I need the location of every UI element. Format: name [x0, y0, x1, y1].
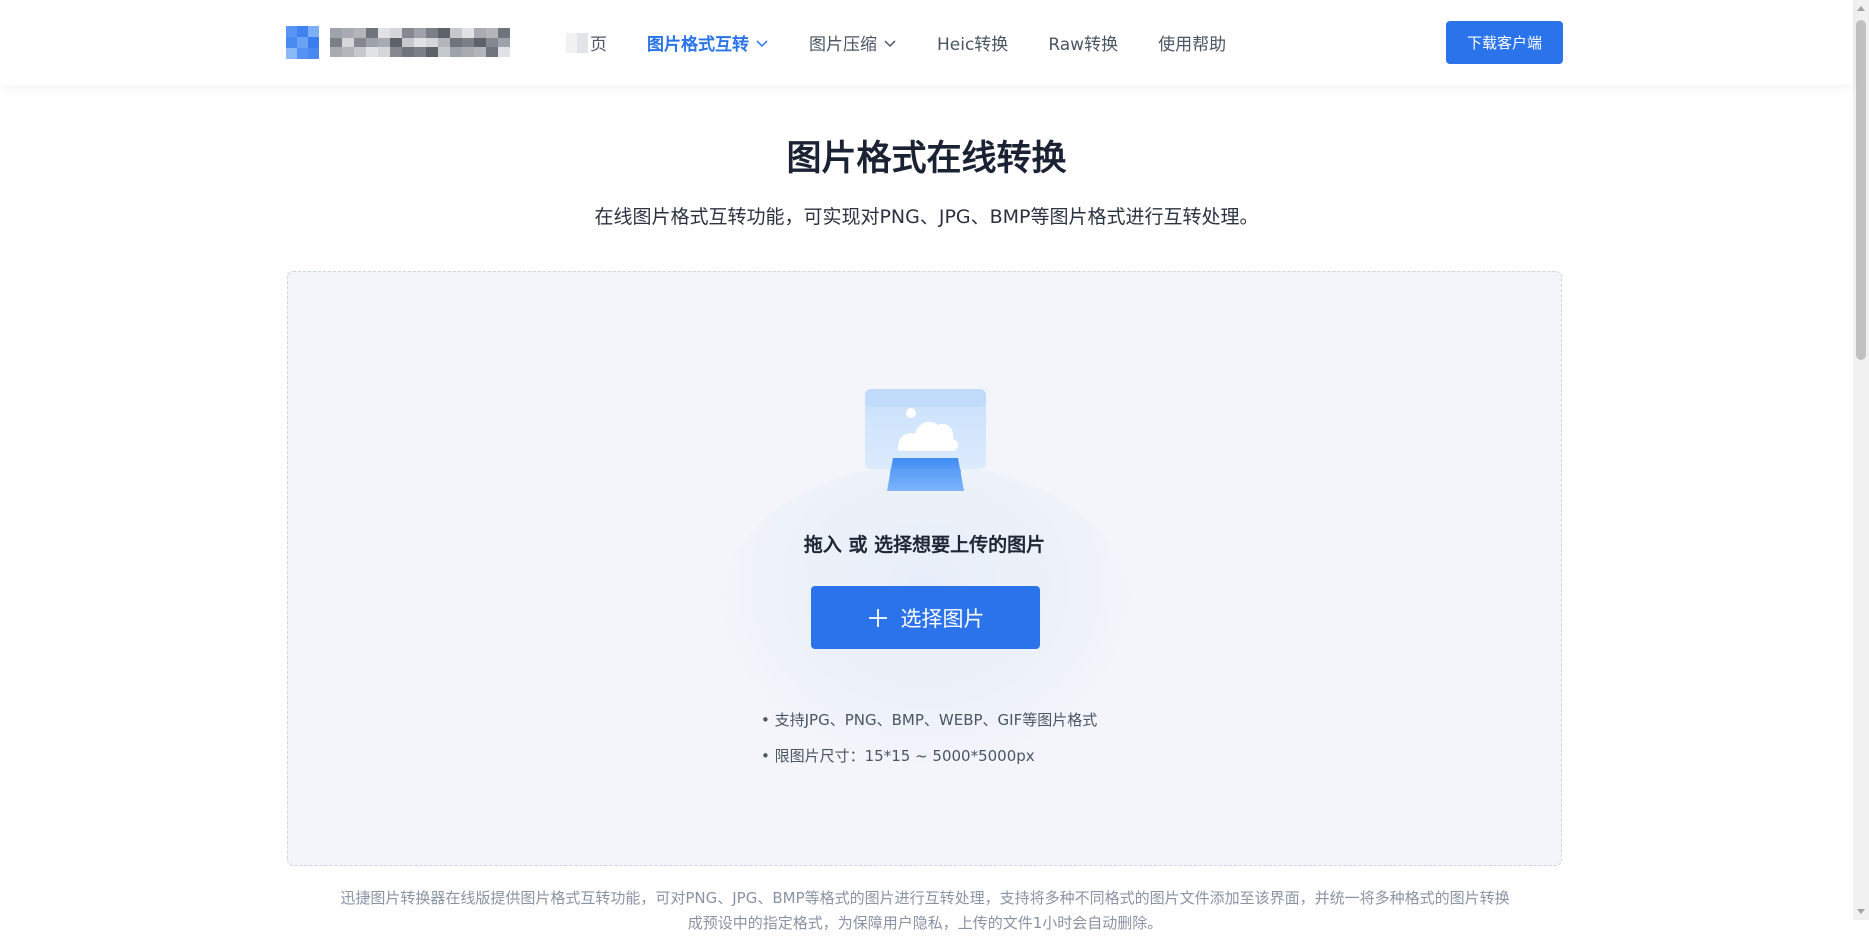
upload-dropzone[interactable]: 拖入 或 选择想要上传的图片 选择图片 支持JPG、PNG、BMP、WEBP、G…	[287, 271, 1562, 866]
obscured-text	[566, 32, 588, 53]
nav-item-raw-label: Raw转换	[1048, 35, 1119, 55]
nav-item-help-label: 使用帮助	[1158, 35, 1227, 55]
download-client-button[interactable]: 下载客户端	[1446, 21, 1563, 64]
nav-item-home-label: 页	[590, 35, 607, 55]
nav-item-home[interactable]: 页	[566, 30, 607, 55]
nav-item-format-convert[interactable]: 图片格式互转	[647, 30, 769, 55]
plus-icon	[868, 608, 887, 627]
page-subtitle: 在线图片格式互转功能，可实现对PNG、JPG、BMP等图片格式进行互转处理。	[594, 206, 1259, 228]
nav-item-heic[interactable]: Heic转换	[937, 30, 1008, 55]
upload-prompt: 拖入 或 选择想要上传的图片	[803, 534, 1046, 556]
nav-item-compress[interactable]: 图片压缩	[809, 30, 897, 55]
nav-item-compress-label: 图片压缩	[809, 35, 877, 55]
upload-tips: 支持JPG、PNG、BMP、WEBP、GIF等图片格式 限图片尺寸：15*15 …	[761, 702, 1098, 774]
logo-icon[interactable]	[286, 26, 319, 59]
nav-item-help[interactable]: 使用帮助	[1158, 30, 1226, 55]
scroll-up-icon[interactable]	[1857, 6, 1865, 11]
tip-formats: 支持JPG、PNG、BMP、WEBP、GIF等图片格式	[761, 702, 1098, 738]
scroll-thumb[interactable]	[1856, 20, 1866, 360]
page-title: 图片格式在线转换	[786, 139, 1067, 179]
chevron-down-icon	[884, 39, 896, 47]
top-header: 页 图片格式互转 图片压缩 Heic转换 Raw转换 使用帮助 下载客户端	[0, 0, 1853, 85]
main-nav: 页 图片格式互转 图片压缩 Heic转换 Raw转换 使用帮助	[566, 0, 1266, 85]
tip-size-limit: 限图片尺寸：15*15 ~ 5000*5000px	[761, 738, 1097, 774]
image-upload-icon	[865, 389, 986, 491]
select-image-button[interactable]: 选择图片	[811, 586, 1040, 649]
chevron-down-icon	[756, 39, 768, 47]
nav-item-format-convert-label: 图片格式互转	[647, 35, 749, 55]
page-scrollbar[interactable]	[1853, 0, 1869, 920]
logo-wordmark[interactable]	[330, 28, 510, 57]
footer-description: 迅捷图片转换器在线版提供图片格式互转功能，可对PNG、JPG、BMP等格式的图片…	[340, 889, 1510, 932]
nav-item-raw[interactable]: Raw转换	[1048, 30, 1118, 55]
nav-item-heic-label: Heic转换	[937, 35, 1009, 55]
scroll-down-icon[interactable]	[1857, 909, 1865, 914]
select-image-label: 选择图片	[900, 606, 985, 631]
